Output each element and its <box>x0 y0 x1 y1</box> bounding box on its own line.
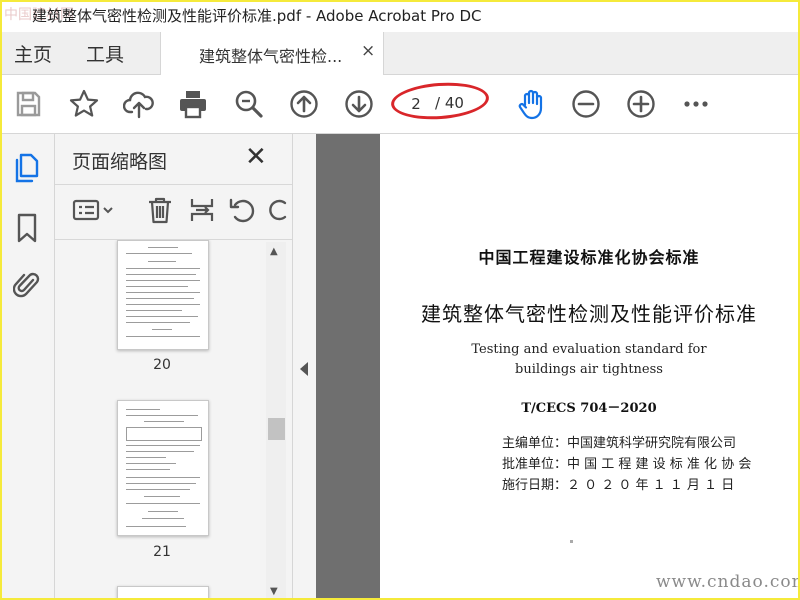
scroll-down-arrow[interactable]: ▼ <box>270 586 278 597</box>
collapse-panel-arrow-icon[interactable] <box>300 362 308 376</box>
cloud-upload-icon[interactable] <box>123 88 155 120</box>
document-tab-label: 建筑整体气密性检... <box>199 47 343 66</box>
delete-page-icon[interactable] <box>145 195 175 225</box>
thumbnail-label-20: 20 <box>153 357 171 373</box>
page-thumbnails-icon[interactable] <box>13 152 41 184</box>
page-navigator: / 40 <box>389 79 491 123</box>
bookmarks-icon[interactable] <box>13 212 41 244</box>
page-speck <box>570 540 573 543</box>
zoom-in-icon[interactable] <box>625 88 657 120</box>
main-toolbar: / 40 <box>2 75 798 134</box>
document-title-en-line2: buildings air tightness <box>515 362 663 377</box>
hand-tool-icon[interactable] <box>515 88 547 120</box>
thumbnail-list: 20 21 <box>55 240 265 598</box>
thumbnail-page-next[interactable] <box>117 586 209 598</box>
zoom-out-icon[interactable] <box>570 88 602 120</box>
org-header: 中国工程建设标准化协会标准 <box>478 248 700 267</box>
thumbnail-panel: 页面缩略图 ✕ 20 21 ▲ ▼ <box>55 134 292 598</box>
thumbnail-options-icon[interactable] <box>71 195 117 225</box>
document-page: 中国工程建设标准化协会标准 建筑整体气密性检测及性能评价标准 Testing a… <box>380 134 800 598</box>
panel-title: 页面缩略图 <box>72 151 168 173</box>
save-icon[interactable] <box>12 88 44 120</box>
editor-unit: 主编单位：中国建筑科学研究院有限公司 <box>502 436 737 451</box>
document-title-en-line1: Testing and evaluation standard for <box>471 342 707 357</box>
close-tab-button[interactable]: × <box>361 41 375 61</box>
effective-date: 施行日期：２ ０ ２ ０ 年 １ １ 月 １ 日 <box>502 478 735 493</box>
insert-page-icon[interactable] <box>187 195 217 225</box>
navigation-rail <box>2 134 55 598</box>
tab-document[interactable]: 建筑整体气密性检... × <box>160 32 384 75</box>
page-up-icon[interactable] <box>288 88 320 120</box>
standard-code: T/CECS 704－2020 <box>521 401 657 416</box>
tab-bar: 主页 工具 建筑整体气密性检... × <box>2 32 798 75</box>
thumbnail-page-20[interactable] <box>117 240 209 350</box>
tab-home[interactable]: 主页 <box>14 40 52 67</box>
zoom-search-icon[interactable] <box>233 88 265 120</box>
print-icon[interactable] <box>177 88 209 120</box>
thumbnail-scrollbar[interactable]: ▲ ▼ <box>266 242 286 598</box>
panel-collapse-strip[interactable] <box>292 134 317 598</box>
thumbnail-page-21[interactable] <box>117 400 209 536</box>
approver-unit: 批准单位：中 国 工 程 建 设 标 准 化 协 会 <box>502 457 752 472</box>
scroll-up-arrow[interactable]: ▲ <box>270 246 278 257</box>
more-icon[interactable] <box>680 88 712 120</box>
bookmark-star-icon[interactable] <box>68 88 100 120</box>
tab-tools[interactable]: 工具 <box>86 40 124 67</box>
document-viewer[interactable]: 中国工程建设标准化协会标准 建筑整体气密性检测及性能评价标准 Testing a… <box>316 134 800 598</box>
thumbnail-label-21: 21 <box>153 544 171 560</box>
title-bar: 中国建材网 建筑整体气密性检测及性能评价标准.pdf - Adobe Acrob… <box>2 2 798 32</box>
rotate-clockwise-icon[interactable] <box>267 195 287 225</box>
site-watermark: www.cndao.com <box>656 572 800 592</box>
acrobat-window: 中国建材网 建筑整体气密性检测及性能评价标准.pdf - Adobe Acrob… <box>0 0 800 600</box>
highlight-ring-annotation <box>389 79 491 123</box>
window-title: 建筑整体气密性检测及性能评价标准.pdf - Adobe Acrobat Pro… <box>32 7 482 25</box>
rotate-page-icon[interactable] <box>227 195 257 225</box>
thumbnail-toolbar <box>55 184 292 240</box>
close-panel-button[interactable]: ✕ <box>245 142 267 172</box>
scrollbar-thumb[interactable] <box>268 418 285 440</box>
attachments-icon[interactable] <box>13 268 41 300</box>
document-title-cn: 建筑整体气密性检测及性能评价标准 <box>421 302 757 326</box>
page-down-icon[interactable] <box>343 88 375 120</box>
